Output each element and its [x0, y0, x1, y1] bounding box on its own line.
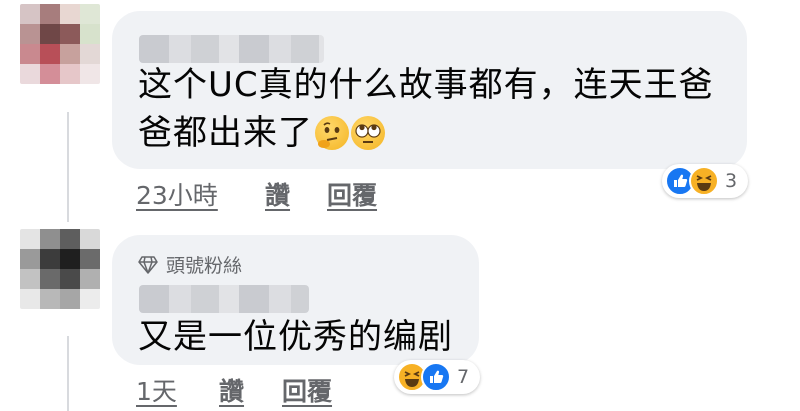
- comment-text-line-2: 爸都出来了: [138, 113, 313, 153]
- thread-line: [67, 336, 69, 411]
- comment-timestamp[interactable]: 23小時: [136, 176, 218, 212]
- comment-text-line: 这个UC真的什么故事都有，连天王爸: [138, 65, 714, 105]
- badge-label: 頭號粉絲: [166, 255, 243, 277]
- avatar[interactable]: [20, 4, 100, 84]
- top-fan-badge[interactable]: 頭號粉絲: [138, 251, 242, 278]
- thread-line: [67, 112, 69, 222]
- rolling-eyes-icon: [351, 116, 385, 150]
- comment-bubble: 这个UC真的什么故事都有，连天王爸 爸都出来了: [112, 11, 747, 169]
- comment-text-line: 爸都出来了: [138, 109, 714, 157]
- reaction-summary[interactable]: 7: [394, 360, 480, 394]
- like-reaction-icon: [421, 362, 451, 392]
- commenter-name[interactable]: [139, 35, 324, 63]
- diamond-icon: [138, 255, 158, 274]
- reply-button[interactable]: 回覆: [327, 176, 377, 212]
- reaction-count: 7: [457, 366, 470, 388]
- like-button[interactable]: 讚: [219, 372, 244, 408]
- comment-bubble: 頭號粉絲 又是一位优秀的编剧: [112, 235, 479, 365]
- reaction-summary[interactable]: 3: [662, 164, 748, 198]
- commenter-name[interactable]: [139, 285, 309, 313]
- comment-text: 又是一位优秀的编剧: [138, 317, 453, 357]
- comment-timestamp[interactable]: 1天: [136, 372, 177, 408]
- comment-text: 这个UC真的什么故事都有，连天王爸 爸都出来了: [138, 61, 714, 157]
- reaction-count: 3: [725, 170, 738, 192]
- haha-reaction-icon: [689, 166, 719, 196]
- thinking-face-icon: [315, 116, 349, 150]
- avatar[interactable]: [20, 229, 100, 309]
- reply-button[interactable]: 回覆: [282, 372, 332, 408]
- like-button[interactable]: 讚: [265, 176, 290, 212]
